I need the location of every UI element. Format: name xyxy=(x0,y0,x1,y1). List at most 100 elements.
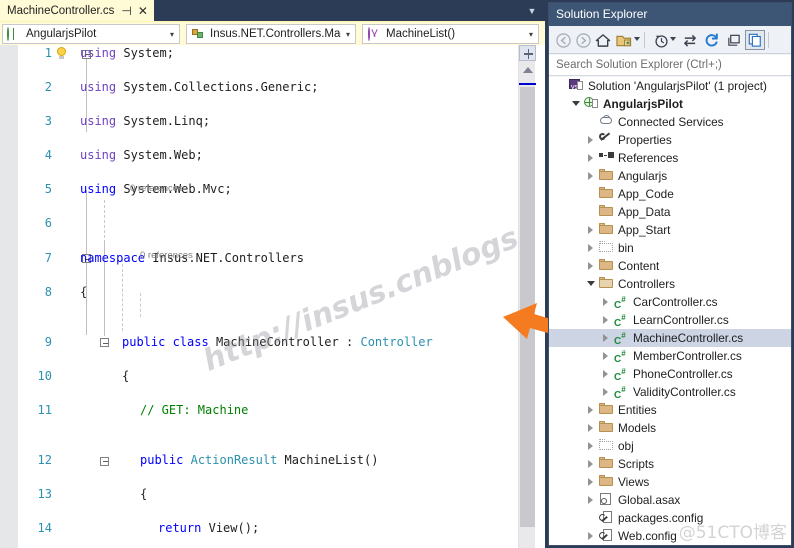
expander-collapsed-icon[interactable] xyxy=(585,149,597,167)
code-line[interactable]: 9 public class MachineController : Contr… xyxy=(18,334,518,351)
code-line[interactable]: 2 using System.Collections.Generic; xyxy=(18,79,518,96)
editor-vertical-scrollbar[interactable] xyxy=(518,45,536,548)
view-history-button[interactable] xyxy=(651,30,671,50)
tree-item-selected[interactable]: C# MachineController.cs xyxy=(549,329,791,347)
code-line[interactable]: 13 { xyxy=(18,486,518,503)
tree-item[interactable]: Global.asax xyxy=(549,491,791,509)
back-button[interactable] xyxy=(553,30,573,50)
tree-item[interactable]: C# CarController.cs xyxy=(549,293,791,311)
expander-collapsed-icon[interactable] xyxy=(600,365,612,383)
expander-collapsed-icon[interactable] xyxy=(585,167,597,185)
expander-collapsed-icon[interactable] xyxy=(585,221,597,239)
chevron-down-icon[interactable]: ▾ xyxy=(165,30,179,39)
expander-collapsed-icon[interactable] xyxy=(600,293,612,311)
tree-item[interactable]: C# LearnController.cs xyxy=(549,311,791,329)
expander-collapsed-icon[interactable] xyxy=(585,131,597,149)
code-line[interactable]: 6 xyxy=(18,215,518,232)
tree-item[interactable]: Controllers xyxy=(549,275,791,293)
tree-item[interactable]: Scripts xyxy=(549,455,791,473)
pending-changes-filter-button[interactable] xyxy=(614,30,634,50)
expander-collapsed-icon[interactable] xyxy=(585,473,597,491)
search-input[interactable] xyxy=(554,57,779,73)
view-history-chevron-down-icon[interactable] xyxy=(670,37,676,41)
scroll-up-arrow-icon[interactable] xyxy=(523,67,533,73)
code-line[interactable]: 7 namespace Insus.NET.Controllers xyxy=(18,250,518,267)
indicator-margin[interactable] xyxy=(0,45,18,548)
tree-item[interactable]: App_Start xyxy=(549,221,791,239)
tree-item[interactable]: bin xyxy=(549,239,791,257)
code-line[interactable]: 11 // GET: Machine xyxy=(18,402,518,419)
navbar-project-dropdown[interactable]: AngularjsPilot ▾ xyxy=(2,24,180,44)
expander-collapsed-icon[interactable] xyxy=(585,257,597,275)
codelens-class-references[interactable]: 0 references xyxy=(130,183,183,195)
scrollbar-thumb[interactable] xyxy=(520,87,535,527)
show-all-files-button[interactable] xyxy=(745,30,765,50)
close-icon[interactable]: ✕ xyxy=(138,5,148,17)
code-text-area[interactable]: 1 using System; 2 using System.Collectio… xyxy=(18,45,518,548)
solution-explorer-search[interactable] xyxy=(549,55,791,76)
editor-split-handle[interactable] xyxy=(519,45,536,61)
tree-item[interactable]: obj xyxy=(549,437,791,455)
pin-icon[interactable]: ⊣ xyxy=(121,5,131,17)
expander-expanded-icon[interactable] xyxy=(585,275,597,293)
tree-item[interactable]: App_Data xyxy=(549,203,791,221)
refresh-button[interactable] xyxy=(702,30,722,50)
tree-item[interactable]: References xyxy=(549,149,791,167)
code-line[interactable]: 1 using System; xyxy=(18,45,518,62)
tab-machinecontroller-cs[interactable]: MachineController.cs ⊣ ✕ xyxy=(0,0,154,21)
expander-collapsed-icon[interactable] xyxy=(585,527,597,545)
tree-item[interactable]: Models xyxy=(549,419,791,437)
navbar-type-dropdown[interactable]: Insus.NET.Controllers.Macl ▾ xyxy=(186,24,356,44)
tree-item[interactable]: Solution 'AngularjsPilot' (1 project) xyxy=(549,77,791,97)
expander-collapsed-icon[interactable] xyxy=(600,347,612,365)
tree-item[interactable]: C# MemberController.cs xyxy=(549,347,791,365)
tree-item[interactable]: Properties xyxy=(549,131,791,149)
tree-item[interactable]: AngularjsPilot xyxy=(549,95,791,113)
tree-item[interactable]: Angularjs xyxy=(549,167,791,185)
tree-item-label: Properties xyxy=(618,133,672,147)
chevron-down-icon[interactable]: ▾ xyxy=(341,30,355,39)
home-button[interactable] xyxy=(593,30,613,50)
tree-item[interactable]: Entities xyxy=(549,401,791,419)
sync-with-active-document-button[interactable] xyxy=(680,30,700,50)
tab-overflow-chevron-down-icon[interactable]: ▼ xyxy=(525,4,539,18)
tree-item-label: Views xyxy=(618,475,650,489)
tree-item[interactable]: C# PhoneController.cs xyxy=(549,365,791,383)
expander-collapsed-icon[interactable] xyxy=(585,455,597,473)
code-line[interactable]: 10 { xyxy=(18,368,518,385)
tree-item[interactable]: Web.config xyxy=(549,527,791,545)
collapse-icon[interactable] xyxy=(100,456,109,466)
code-line[interactable]: 4 using System.Web; xyxy=(18,147,518,164)
chevron-down-icon[interactable]: ▾ xyxy=(524,30,538,39)
expander-collapsed-icon[interactable] xyxy=(585,437,597,455)
tree-item[interactable]: C# ValidityController.cs xyxy=(549,383,791,401)
code-line[interactable]: 8 { xyxy=(18,284,518,301)
expander-expanded-icon[interactable] xyxy=(570,95,582,113)
expander-collapsed-icon[interactable] xyxy=(585,401,597,419)
pending-changes-chevron-down-icon[interactable] xyxy=(634,37,640,41)
solution-explorer-tree[interactable]: Solution 'AngularjsPilot' (1 project) Ang… xyxy=(549,77,791,545)
code-editor-surface[interactable]: 1 using System; 2 using System.Collectio… xyxy=(0,45,545,548)
expander-collapsed-icon[interactable] xyxy=(600,329,612,347)
code-line[interactable]: 12 public ActionResult MachineList() xyxy=(18,452,518,469)
expander-collapsed-icon[interactable] xyxy=(585,419,597,437)
tree-item[interactable]: Views xyxy=(549,473,791,491)
folder-hidden-icon xyxy=(599,439,615,453)
lightbulb-icon[interactable] xyxy=(56,47,67,60)
codelens-method-references[interactable]: 0 references xyxy=(140,250,193,262)
expander-collapsed-icon[interactable] xyxy=(585,491,597,509)
tree-item[interactable]: Content xyxy=(549,257,791,275)
expander-collapsed-icon[interactable] xyxy=(600,383,612,401)
code-line[interactable]: 14 return View(); xyxy=(18,520,518,537)
code-line[interactable]: 3 using System.Linq; xyxy=(18,113,518,130)
collapse-all-button[interactable] xyxy=(724,30,744,50)
navbar-member-dropdown[interactable]: MachineList() ▾ xyxy=(362,24,539,44)
code-line[interactable]: 5 using System.Web.Mvc; xyxy=(18,181,518,198)
tree-item[interactable]: Connected Services xyxy=(549,113,791,131)
expander-collapsed-icon[interactable] xyxy=(600,311,612,329)
tree-item[interactable]: App_Code xyxy=(549,185,791,203)
collapse-icon[interactable] xyxy=(100,338,109,348)
forward-button[interactable] xyxy=(573,30,593,50)
tree-item[interactable]: packages.config xyxy=(549,509,791,527)
expander-collapsed-icon[interactable] xyxy=(585,239,597,257)
